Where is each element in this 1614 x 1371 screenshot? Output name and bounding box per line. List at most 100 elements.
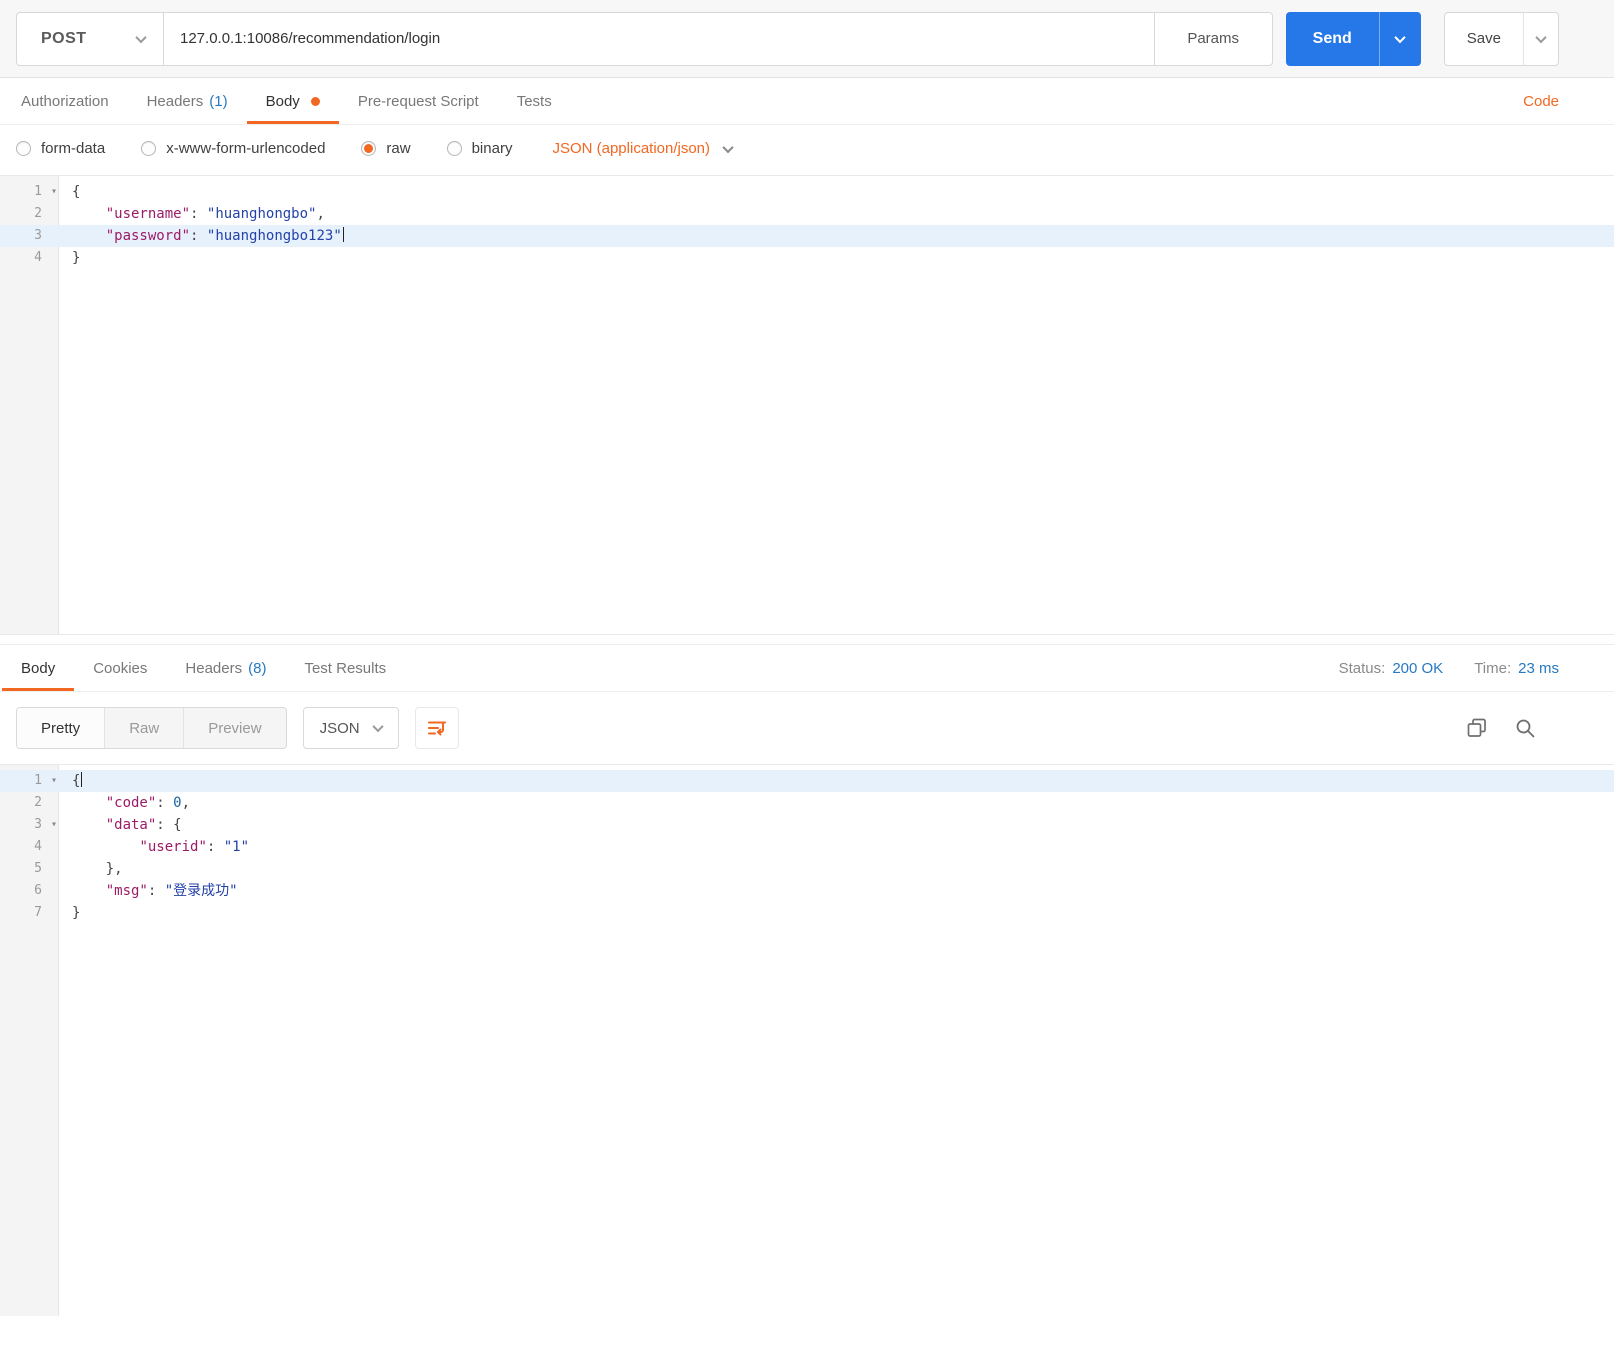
line-number: 6 xyxy=(34,883,42,898)
code-text: "msg": "登录成功" xyxy=(105,883,238,899)
wrap-lines-button[interactable] xyxy=(414,707,459,749)
code-line[interactable]: 1 ▾ { xyxy=(0,181,1614,203)
text-cursor xyxy=(342,227,344,242)
code-text: "code": 0, xyxy=(105,795,191,811)
response-editor-lines: 1 ▾{2 "code": 0, 3 ▾ "data": {4 "userid": "… xyxy=(0,765,1614,924)
code-line[interactable]: 7} xyxy=(0,902,1614,924)
url-input[interactable] xyxy=(164,11,1155,66)
status-label: Status: xyxy=(1338,659,1386,677)
code-line[interactable]: 2 "code": 0, xyxy=(0,792,1614,814)
content-type-select[interactable]: JSON (application/json) xyxy=(552,140,734,157)
params-button[interactable]: Params xyxy=(1154,11,1273,66)
code-line[interactable]: 3 ▾ "data": { xyxy=(0,814,1614,836)
request-body-editor[interactable]: 1 ▾{2 "username": "huanghongbo", 3 "passwo… xyxy=(0,175,1614,635)
save-group: Save xyxy=(1443,11,1559,66)
chevron-down-icon xyxy=(1394,31,1406,43)
chevron-down-icon xyxy=(135,31,147,43)
response-view-toolbar: Pretty Raw Preview JSON xyxy=(0,692,1614,764)
code-line[interactable]: 5 }, xyxy=(0,858,1614,880)
line-number: 1 ▾ xyxy=(0,770,59,792)
line-number: 2 xyxy=(34,795,42,810)
send-dropdown-button[interactable] xyxy=(1378,11,1421,66)
tab-response-body[interactable]: Body xyxy=(2,645,75,691)
wrap-text-icon xyxy=(427,721,446,736)
tab-test-results[interactable]: Test Results xyxy=(285,645,405,691)
tab-pre-request-script[interactable]: Pre-request Script xyxy=(339,78,498,124)
body-type-raw[interactable]: raw xyxy=(361,140,411,157)
tab-label: Test Results xyxy=(304,660,387,677)
tab-body[interactable]: Body xyxy=(246,78,339,124)
body-type-binary[interactable]: binary xyxy=(446,140,513,157)
code-line[interactable]: 2 "username": "huanghongbo", xyxy=(0,203,1614,225)
line-number: 5 xyxy=(34,861,42,876)
response-section: Body Cookies Headers (8) Test Results St… xyxy=(0,644,1614,1316)
time-label: Time: xyxy=(1474,659,1512,677)
code-text: { xyxy=(72,772,83,789)
save-button[interactable]: Save xyxy=(1443,11,1523,66)
code-line[interactable]: 1 ▾ { xyxy=(0,770,1614,792)
request-editor-lines: 1 ▾{2 "username": "huanghongbo", 3 "passwo… xyxy=(0,176,1614,269)
preview-view-tab[interactable]: Preview xyxy=(184,708,285,748)
tab-label: Headers xyxy=(185,660,243,677)
save-dropdown-button[interactable] xyxy=(1523,11,1559,66)
copy-response-button[interactable] xyxy=(1466,717,1488,739)
fold-arrow-icon[interactable]: ▾ xyxy=(51,770,57,792)
code-line[interactable]: 4} xyxy=(0,247,1614,269)
code-line[interactable]: 3 "password": "huanghongbo123" xyxy=(0,225,1614,247)
tab-response-headers[interactable]: Headers (8) xyxy=(166,645,285,691)
tab-label: Cookies xyxy=(93,660,148,677)
chevron-down-icon xyxy=(1535,31,1547,43)
radio-label: x-www-form-urlencoded xyxy=(166,140,326,157)
radio-icon xyxy=(16,141,31,156)
radio-icon xyxy=(446,141,462,156)
response-status-area: Status: 200 OK Time: 23 ms xyxy=(1339,660,1559,677)
body-type-x-www-form-urlencoded[interactable]: x-www-form-urlencoded xyxy=(141,140,325,157)
send-button[interactable]: Send xyxy=(1285,11,1379,66)
tab-authorization[interactable]: Authorization xyxy=(2,78,128,124)
fold-arrow-icon[interactable]: ▾ xyxy=(51,814,57,836)
response-language-select[interactable]: JSON xyxy=(302,707,399,749)
response-tabs: Body Cookies Headers (8) Test Results St… xyxy=(0,645,1614,692)
url-group: POST Params xyxy=(16,11,1273,66)
response-body-editor[interactable]: 1 ▾{2 "code": 0, 3 ▾ "data": {4 "userid": "… xyxy=(0,764,1614,1316)
tab-label: Headers xyxy=(146,93,204,110)
tab-headers[interactable]: Headers (1) xyxy=(128,78,247,124)
line-number: 3 ▾ xyxy=(0,814,59,836)
tab-label: Tests xyxy=(516,93,552,110)
fold-arrow-icon[interactable]: ▾ xyxy=(51,181,57,203)
line-number: 7 xyxy=(34,905,42,920)
tab-label: Body xyxy=(265,93,300,110)
send-group: Send xyxy=(1285,11,1421,66)
line-number: 4 xyxy=(34,839,42,854)
code-text: } xyxy=(72,250,81,266)
response-actions xyxy=(1466,717,1536,739)
radio-label: binary xyxy=(471,140,513,157)
code-line[interactable]: 4 "userid": "1" xyxy=(0,836,1614,858)
code-text: "userid": "1" xyxy=(139,839,250,855)
tab-tests[interactable]: Tests xyxy=(498,78,571,124)
method-select[interactable]: POST xyxy=(16,11,164,66)
line-number: 3 xyxy=(34,228,42,243)
body-type-form-data[interactable]: form-data xyxy=(16,140,105,157)
search-icon xyxy=(1516,719,1535,738)
radio-icon xyxy=(141,141,157,156)
time-value: 23 ms xyxy=(1518,659,1559,677)
search-response-button[interactable] xyxy=(1514,717,1536,739)
radio-label: raw xyxy=(386,140,411,157)
status-value: 200 OK xyxy=(1392,659,1444,677)
copy-icon xyxy=(1467,718,1486,737)
radio-label: form-data xyxy=(41,140,106,157)
raw-view-tab[interactable]: Raw xyxy=(105,708,185,748)
code-text: } xyxy=(72,905,81,921)
request-tabs: Authorization Headers (1) Body Pre-reque… xyxy=(0,78,1614,125)
code-line[interactable]: 6 "msg": "登录成功" xyxy=(0,880,1614,902)
line-number: 2 xyxy=(34,206,42,221)
code-text: "data": { xyxy=(105,817,182,833)
text-cursor xyxy=(81,772,83,787)
unsaved-changes-dot xyxy=(310,97,320,106)
code-text: "username": "huanghongbo", xyxy=(105,206,325,222)
tab-cookies[interactable]: Cookies xyxy=(74,645,166,691)
code-link[interactable]: Code xyxy=(1523,93,1559,110)
pretty-view-tab[interactable]: Pretty xyxy=(17,708,106,748)
request-toolbar: POST Params Send Save xyxy=(0,0,1614,78)
